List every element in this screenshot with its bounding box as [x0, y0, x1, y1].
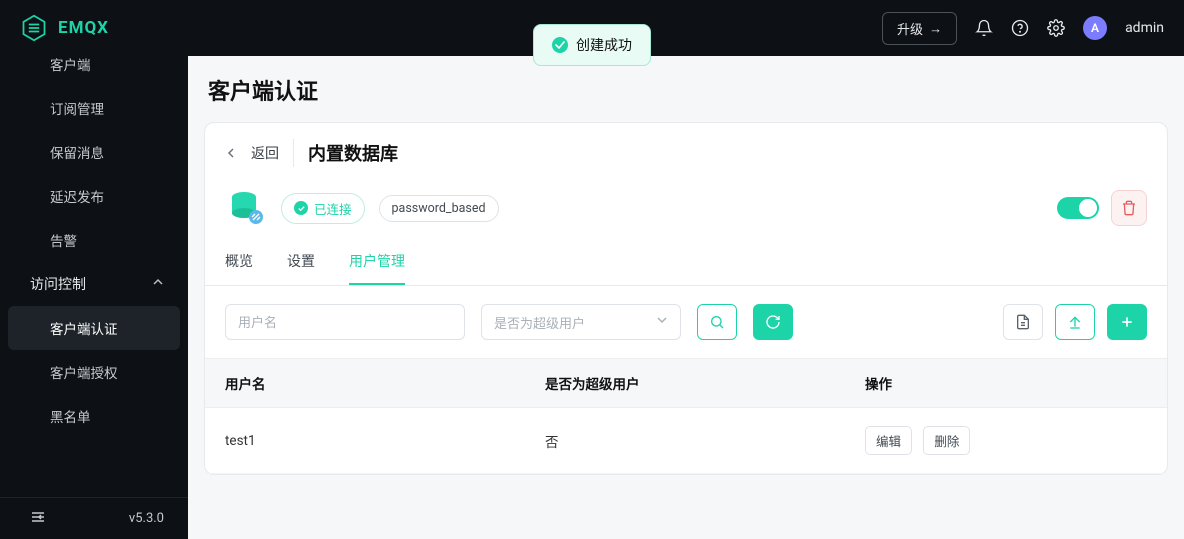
divider — [293, 139, 294, 167]
cell-superuser: 否 — [545, 431, 865, 451]
export-button[interactable] — [1003, 304, 1043, 340]
plus-icon — [1119, 314, 1135, 330]
sidebar: 客户端 订阅管理 保留消息 延迟发布 告警 访问控制 客户端认证 客户端授权 黑… — [0, 56, 188, 539]
arrow-right-icon: → — [929, 21, 942, 36]
checkmark-icon — [552, 37, 568, 53]
sidebar-item-delayed[interactable]: 延迟发布 — [0, 174, 188, 218]
sidebar-item-subscriptions[interactable]: 订阅管理 — [0, 86, 188, 130]
sidebar-item-alarms[interactable]: 告警 — [0, 218, 188, 262]
upgrade-label: 升级 — [897, 19, 923, 38]
search-icon — [709, 314, 725, 330]
sidebar-item-authorization[interactable]: 客户端授权 — [0, 350, 188, 394]
database-icon — [225, 187, 267, 229]
enable-toggle[interactable] — [1057, 197, 1099, 219]
sidebar-item-blacklist[interactable]: 黑名单 — [0, 394, 188, 438]
edit-button[interactable]: 编辑 — [865, 426, 912, 455]
sidebar-group-access-control[interactable]: 访问控制 — [0, 262, 188, 306]
search-button[interactable] — [697, 304, 737, 340]
help-icon[interactable] — [1011, 19, 1029, 37]
table-header: 用户名 是否为超级用户 操作 — [205, 358, 1167, 408]
mechanism-label: password_based — [392, 201, 486, 216]
row-delete-button[interactable]: 删除 — [923, 426, 970, 455]
tab-settings[interactable]: 设置 — [287, 251, 315, 285]
add-button[interactable] — [1107, 304, 1147, 340]
upload-icon — [1067, 314, 1083, 330]
col-header-username: 用户名 — [225, 373, 545, 393]
page-title: 客户端认证 — [204, 74, 1168, 106]
sidebar-item-retained[interactable]: 保留消息 — [0, 130, 188, 174]
superuser-placeholder: 是否为超级用户 — [494, 313, 585, 332]
version-label: v5.3.0 — [129, 511, 164, 526]
avatar[interactable]: A — [1083, 16, 1107, 40]
logo-text: EMQX — [58, 18, 109, 38]
admin-name[interactable]: admin — [1125, 20, 1164, 36]
superuser-filter-select[interactable]: 是否为超级用户 — [481, 304, 681, 340]
upgrade-button[interactable]: 升级 → — [882, 12, 957, 45]
back-arrow-icon[interactable] — [225, 144, 237, 163]
sidebar-item-authentication[interactable]: 客户端认证 — [8, 306, 180, 350]
detail-card: 返回 内置数据库 — [204, 122, 1168, 475]
collapse-icon[interactable] — [30, 509, 46, 529]
username-filter-input[interactable] — [225, 304, 465, 340]
tab-overview[interactable]: 概览 — [225, 251, 253, 285]
back-button[interactable]: 返回 — [251, 143, 279, 163]
mechanism-pill: password_based — [379, 195, 499, 222]
settings-icon[interactable] — [1047, 19, 1065, 37]
table-row: test1 否 编辑 删除 — [205, 408, 1167, 474]
logo-area[interactable]: EMQX — [20, 14, 109, 42]
refresh-button[interactable] — [753, 304, 793, 340]
main-content: 客户端认证 返回 内置数据库 — [188, 56, 1184, 539]
connected-label: 已连接 — [314, 199, 352, 218]
col-header-action: 操作 — [865, 373, 1147, 393]
trash-icon — [1121, 200, 1137, 216]
toast-message: 创建成功 — [576, 35, 632, 55]
checkmark-icon — [294, 201, 308, 215]
status-pill-connected: 已连接 — [281, 193, 365, 224]
sidebar-footer: v5.3.0 — [0, 497, 188, 539]
col-header-superuser: 是否为超级用户 — [545, 373, 865, 393]
chevron-up-icon — [152, 276, 164, 292]
cell-username: test1 — [225, 433, 545, 449]
file-icon — [1015, 314, 1031, 330]
import-button[interactable] — [1055, 304, 1095, 340]
logo-icon — [20, 14, 48, 42]
sidebar-item-clients[interactable]: 客户端 — [0, 56, 188, 86]
tab-user-management[interactable]: 用户管理 — [349, 251, 405, 285]
delete-button[interactable] — [1111, 190, 1147, 226]
sidebar-group-label: 访问控制 — [30, 274, 86, 294]
success-toast: 创建成功 — [533, 24, 651, 66]
db-title: 内置数据库 — [308, 140, 398, 166]
tabs: 概览 设置 用户管理 — [205, 229, 1167, 286]
bell-icon[interactable] — [975, 19, 993, 37]
chevron-down-icon — [656, 314, 668, 330]
refresh-icon — [765, 314, 781, 330]
